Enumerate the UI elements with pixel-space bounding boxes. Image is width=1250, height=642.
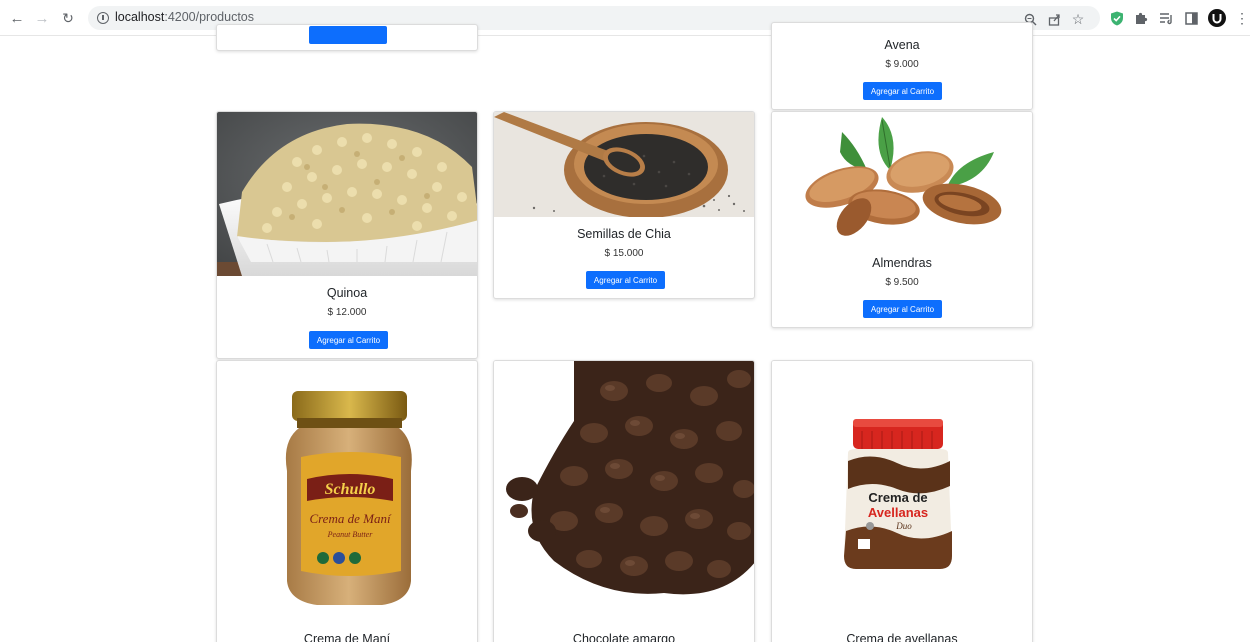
jar-brand-label: Schullo [325,481,376,498]
add-to-cart-button[interactable]: Agregar al Carrito [863,82,942,100]
product-image [217,112,477,276]
url-path: :4200/productos [164,10,254,24]
product-name: Avena [884,38,920,52]
jar-product-label: Avellanas [868,505,928,520]
product-image: Crema de Avellanas Duo [772,361,1032,623]
product-image [494,361,754,623]
product-name: Quinoa [326,286,368,300]
more-options-icon[interactable]: ⋮ [1233,9,1250,27]
product-name: Crema de avellanas [846,632,958,642]
jar-sub-label: Peanut Butter [327,530,374,539]
product-price: $ 9.000 [885,59,919,70]
bookmark-star-icon[interactable]: ☆ [1070,11,1086,27]
forward-arrow-icon[interactable]: → [31,7,53,29]
add-to-cart-button[interactable]: Agregar al Carrito [586,271,665,289]
product-price: $ 9.500 [885,277,919,288]
product-name: Semillas de Chia [577,227,671,241]
product-card: Schullo Crema de Maní Peanut Butter Crem… [216,360,478,642]
product-image: Schullo Crema de Maní Peanut Butter [217,361,477,623]
product-price: $ 15.000 [604,248,644,259]
product-card: Avena $ 9.000 Agregar al Carrito [771,22,1033,110]
jar-brand-label: Crema de [868,490,927,505]
reload-icon[interactable]: ↻ [57,7,79,29]
product-price: $ 12.000 [327,307,367,318]
site-info-icon[interactable] [97,12,109,24]
shield-extension-icon[interactable] [1108,9,1126,27]
product-image [494,112,754,217]
add-to-cart-button[interactable]: Agregar al Carrito [309,331,388,349]
add-to-cart-button[interactable] [309,26,387,44]
jar-product-label: Crema de Maní [309,511,392,526]
url-host: localhost [115,10,165,24]
back-arrow-icon[interactable]: ← [6,7,28,29]
browser-toolbar: ← → ↻ localhost:4200/productos ☆ ⋮ [0,0,1250,36]
product-card: Quinoa $ 12.000 Agregar al Carrito [216,111,478,359]
product-image [772,112,1032,247]
jar-sub-label: Duo [895,521,912,531]
add-to-cart-button[interactable]: Agregar al Carrito [863,300,942,318]
product-name: Chocolate amargo [572,632,676,642]
url-text: localhost:4200/productos [115,10,254,24]
product-name: Almendras [872,256,932,270]
product-card: Chocolate amargo [493,360,755,642]
puzzle-extensions-icon[interactable] [1132,9,1150,27]
product-card: Semillas de Chia $ 15.000 Agregar al Car… [493,111,755,299]
product-card [216,24,478,51]
product-card: Almendras $ 9.500 Agregar al Carrito [771,111,1033,328]
profile-avatar-icon[interactable] [1208,9,1226,27]
reading-list-icon[interactable] [1157,9,1175,27]
share-icon[interactable] [1046,11,1062,27]
side-panel-icon[interactable] [1182,9,1200,27]
product-name: Crema de Maní [303,632,391,642]
product-card: Crema de Avellanas Duo Crema de avellana… [771,360,1033,642]
